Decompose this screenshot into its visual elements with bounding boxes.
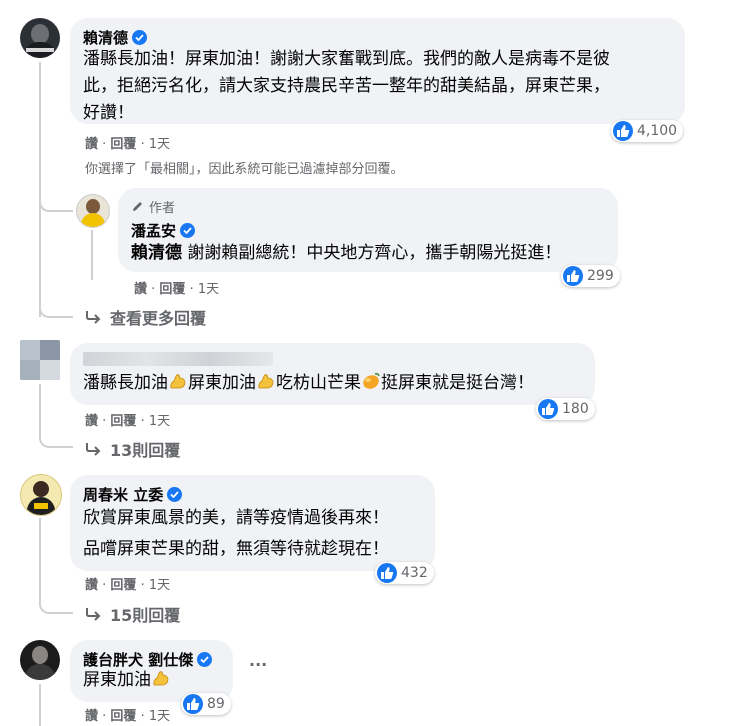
blurred-author-name (83, 352, 273, 366)
replies-count-label: 13則回覆 (110, 441, 181, 460)
view-more-replies-button[interactable]: 查看更多回覆 (84, 305, 206, 329)
view-more-label: 查看更多回覆 (110, 309, 207, 328)
pencil-icon (133, 202, 142, 211)
flexed-biceps-emoji (256, 371, 276, 400)
timestamp[interactable]: 1天 (149, 137, 170, 152)
verified-icon (132, 30, 148, 45)
reaction-count[interactable]: 89 (181, 693, 231, 715)
comment-text-line: 此，拒絕污名化，請大家支持農民辛苦一整年的甜美結晶，屏東芒果， (83, 76, 610, 96)
comment-author[interactable]: 賴清德 (83, 27, 148, 48)
reply-arrow-icon (86, 608, 101, 621)
thread-line (39, 684, 41, 726)
comment-text-line: 欣賞屏東風景的美，請等疫情過後再來！ (83, 508, 389, 528)
reaction-number: 89 (207, 696, 225, 712)
reply-button[interactable]: 回覆 (110, 578, 136, 593)
comment-segment: 吃枋山芒果 (276, 373, 361, 393)
thread-line (39, 384, 41, 432)
comment-actions: 讚 · 回覆 · 1天 (134, 282, 220, 297)
reply-button[interactable]: 回覆 (110, 709, 136, 724)
reply-body: 謝謝賴副總統！中央地方齊心，攜手朝陽光挺進！ (182, 243, 562, 263)
reaction-count[interactable]: 432 (375, 562, 434, 584)
flexed-biceps-emoji (151, 668, 171, 697)
comment-text-line: 潘縣長加油！屏東加油！謝謝大家奮戰到底。我們的敵人是病毒不是彼 (83, 49, 610, 69)
thread-line (39, 518, 41, 598)
comment-author[interactable]: 周春米 立委 (83, 484, 183, 505)
comment-text: 屏東加油 (83, 667, 171, 697)
comment-text: 潘縣長加油 屏東加油 吃枋山芒果 挺屏東就是挺台灣！ (83, 370, 534, 400)
filter-notice: 你選擇了「最相關」，因此系統可能已過濾掉部分回覆。 (85, 162, 404, 177)
verified-icon (167, 487, 183, 502)
reply-arrow-icon (86, 311, 101, 324)
comment-text-line: 好讚！ (83, 103, 134, 123)
replies-count-label: 15則回覆 (110, 606, 181, 625)
reaction-count[interactable]: 299 (561, 265, 620, 287)
reply-button[interactable]: 回覆 (159, 282, 185, 297)
author-name[interactable]: 潘孟安 (131, 222, 176, 240)
comment-actions: 讚 · 回覆 · 1天 (85, 414, 171, 429)
comment-actions: 讚 · 回覆 · 1天 (85, 578, 171, 593)
author-tag: 作者 (131, 197, 175, 216)
like-reaction-icon (563, 266, 583, 286)
thread-connector (39, 430, 73, 448)
like-button[interactable]: 讚 (134, 282, 147, 297)
view-replies-button[interactable]: 15則回覆 (84, 602, 180, 626)
avatar[interactable] (20, 18, 60, 58)
author-name[interactable]: 賴清德 (83, 29, 128, 47)
author-name[interactable]: 周春米 立委 (83, 486, 163, 504)
thread-line (91, 230, 93, 280)
comment-text-line: 品嚐屏東芒果的甜，無須等待就趁現在！ (83, 539, 389, 559)
verified-icon (180, 223, 196, 238)
reply-button[interactable]: 回覆 (110, 137, 136, 152)
thread-connector (39, 190, 73, 212)
comment-segment: 潘縣長加油 (83, 373, 168, 393)
reply-arrow-icon (86, 443, 101, 456)
reaction-number: 299 (587, 268, 614, 284)
reaction-count[interactable]: 4,100 (611, 120, 684, 142)
like-button[interactable]: 讚 (85, 578, 98, 593)
like-button[interactable]: 讚 (85, 137, 98, 152)
avatar[interactable] (76, 194, 110, 228)
timestamp[interactable]: 1天 (198, 282, 219, 297)
reply-button[interactable]: 回覆 (110, 414, 136, 429)
reaction-count[interactable]: 180 (536, 398, 595, 420)
like-reaction-icon (183, 694, 203, 714)
reaction-number: 432 (401, 565, 428, 581)
comment-author[interactable]: 潘孟安 (131, 220, 196, 241)
thread-connector (39, 596, 73, 614)
timestamp[interactable]: 1天 (149, 578, 170, 593)
like-reaction-icon (377, 563, 397, 583)
comment-actions: 讚 · 回覆 · 1天 (85, 137, 171, 152)
avatar[interactable] (20, 640, 60, 680)
mention-link[interactable]: 賴清德 (131, 243, 182, 263)
comment-segment: 挺屏東就是挺台灣！ (381, 373, 534, 393)
reaction-number: 180 (562, 401, 589, 417)
timestamp[interactable]: 1天 (149, 709, 170, 724)
flexed-biceps-emoji (168, 371, 188, 400)
reply-text: 賴清德 謝謝賴副總統！中央地方齊心，攜手朝陽光挺進！ (131, 240, 561, 267)
comment-actions: 讚 · 回覆 · 1天 (85, 709, 171, 724)
mango-emoji (361, 371, 381, 400)
thread-connector (39, 300, 73, 318)
reaction-number: 4,100 (637, 123, 678, 139)
view-replies-button[interactable]: 13則回覆 (84, 437, 180, 461)
avatar[interactable] (20, 474, 62, 516)
more-options-button[interactable]: ··· (249, 655, 267, 674)
like-reaction-icon (538, 399, 558, 419)
author-tag-label: 作者 (149, 201, 176, 216)
avatar[interactable] (20, 340, 60, 380)
timestamp[interactable]: 1天 (149, 414, 170, 429)
like-reaction-icon (613, 121, 633, 141)
like-button[interactable]: 讚 (85, 414, 98, 429)
like-button[interactable]: 讚 (85, 709, 98, 724)
comment-segment: 屏東加油 (188, 373, 256, 393)
comment-body: 屏東加油 (83, 670, 151, 690)
verified-icon (197, 652, 213, 667)
